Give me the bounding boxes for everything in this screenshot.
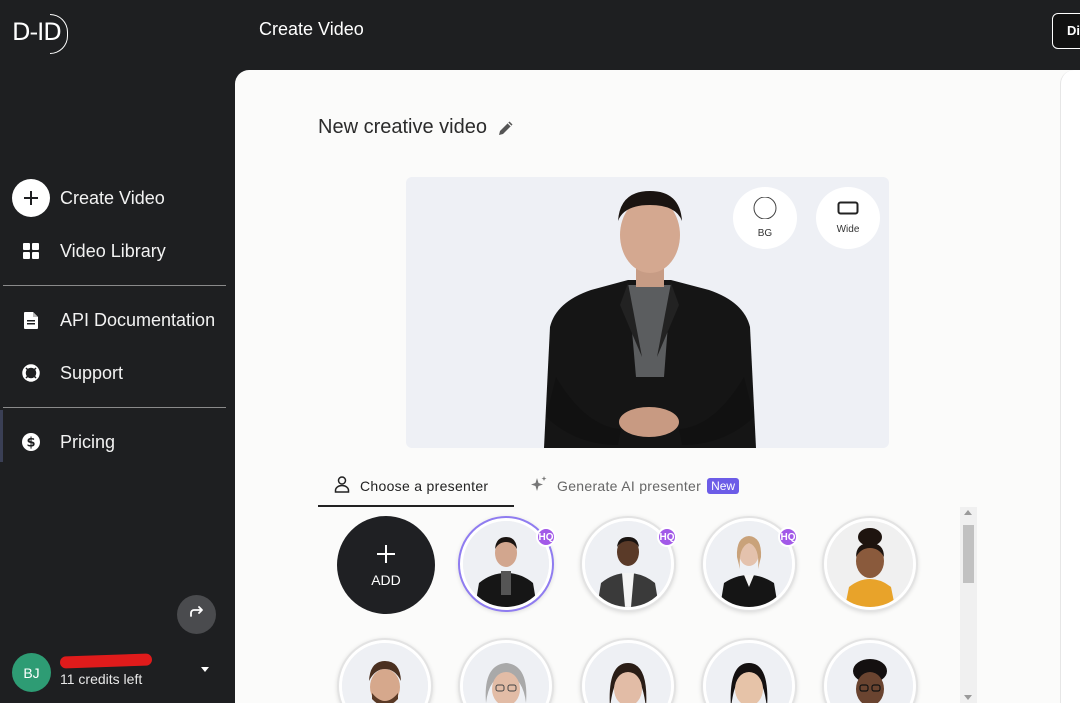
video-preview: BG Wide bbox=[406, 177, 889, 448]
presenter-option[interactable] bbox=[701, 638, 797, 703]
active-indicator bbox=[0, 410, 3, 462]
sidebar-item-create-video[interactable]: Create Video bbox=[12, 178, 165, 218]
sidebar-item-label: Video Library bbox=[60, 240, 166, 261]
tab-generate-ai-presenter[interactable]: Generate AI presenter New bbox=[530, 470, 740, 502]
presenter-thumbnail bbox=[827, 643, 913, 703]
bg-option-label: BG bbox=[757, 228, 773, 239]
sidebar-item-api-documentation[interactable]: API Documentation bbox=[12, 300, 215, 340]
lifebuoy-icon bbox=[12, 364, 50, 382]
sidebar-item-pricing[interactable]: $ Pricing bbox=[12, 422, 115, 462]
presenter-option[interactable] bbox=[580, 638, 676, 703]
main-panel: New creative video BG Wide Choose a pres… bbox=[235, 70, 1080, 703]
presenter-thumbnail bbox=[463, 643, 549, 703]
document-icon bbox=[12, 311, 50, 329]
active-tab-indicator bbox=[318, 505, 514, 507]
add-label: ADD bbox=[371, 571, 401, 588]
credits-left: 11 credits left bbox=[60, 671, 143, 687]
tab-choose-presenter[interactable]: Choose a presenter bbox=[333, 470, 488, 502]
presenter-list-scrollbar[interactable] bbox=[960, 507, 977, 703]
wide-option-label: Wide bbox=[836, 224, 860, 235]
pencil-icon[interactable] bbox=[497, 119, 515, 137]
person-icon bbox=[333, 475, 351, 498]
sidebar-item-label: Create Video bbox=[60, 187, 165, 208]
new-badge: New bbox=[707, 478, 740, 494]
share-arrow-icon bbox=[189, 605, 205, 624]
share-button[interactable] bbox=[177, 595, 216, 634]
hq-badge: HQ bbox=[657, 527, 677, 547]
plus-icon bbox=[375, 543, 397, 570]
sidebar-item-label: Support bbox=[60, 362, 124, 383]
presenter-option[interactable] bbox=[822, 516, 918, 612]
tab-label: Generate AI presenter bbox=[557, 478, 702, 494]
presenter-option[interactable] bbox=[458, 638, 554, 703]
circle-icon bbox=[752, 196, 778, 224]
dollar-circle-icon: $ bbox=[12, 432, 50, 452]
hq-badge: HQ bbox=[536, 527, 556, 547]
presenter-option[interactable] bbox=[337, 638, 433, 703]
wide-option-button[interactable]: Wide bbox=[816, 187, 880, 249]
sidebar-item-label: API Documentation bbox=[60, 309, 216, 330]
rectangle-icon bbox=[837, 201, 859, 220]
d-id-logo[interactable]: D-ID bbox=[12, 14, 68, 58]
scroll-down-arrow-icon[interactable] bbox=[964, 695, 972, 700]
page-title: Create Video bbox=[259, 19, 364, 39]
video-title-row: New creative video bbox=[318, 116, 515, 139]
sidebar-item-label: Pricing bbox=[60, 431, 116, 452]
tab-label: Choose a presenter bbox=[360, 478, 489, 494]
presenter-option[interactable] bbox=[822, 638, 918, 703]
right-panel bbox=[1060, 70, 1080, 703]
sidebar-item-support[interactable]: Support bbox=[12, 353, 123, 393]
video-title[interactable]: New creative video bbox=[318, 116, 487, 139]
chevron-down-icon[interactable] bbox=[201, 667, 209, 672]
presenter-thumbnail bbox=[585, 643, 671, 703]
sidebar-divider bbox=[3, 285, 226, 286]
sidebar-item-video-library[interactable]: Video Library bbox=[12, 231, 166, 271]
sidebar: Create Video Video Library API Documenta… bbox=[0, 70, 235, 703]
presenter-thumbnail bbox=[827, 521, 913, 607]
sidebar-divider bbox=[3, 407, 226, 408]
background-option-button[interactable]: BG bbox=[733, 187, 797, 249]
grid-icon bbox=[12, 243, 50, 259]
svg-text:$: $ bbox=[26, 436, 35, 451]
sparkle-icon bbox=[530, 475, 548, 498]
add-presenter-button[interactable]: ADD bbox=[337, 516, 435, 614]
presenter-thumbnail bbox=[342, 643, 428, 703]
scrollbar-thumb[interactable] bbox=[963, 525, 974, 583]
top-right-button[interactable]: Di bbox=[1052, 13, 1080, 49]
logo-profile-arc bbox=[50, 14, 68, 54]
scroll-up-arrow-icon[interactable] bbox=[964, 510, 972, 515]
avatar[interactable]: BJ bbox=[12, 653, 51, 692]
plus-circle-icon bbox=[12, 179, 50, 217]
redacted-user-name bbox=[59, 653, 153, 669]
hq-badge: HQ bbox=[778, 527, 798, 547]
presenter-thumbnail bbox=[706, 643, 792, 703]
